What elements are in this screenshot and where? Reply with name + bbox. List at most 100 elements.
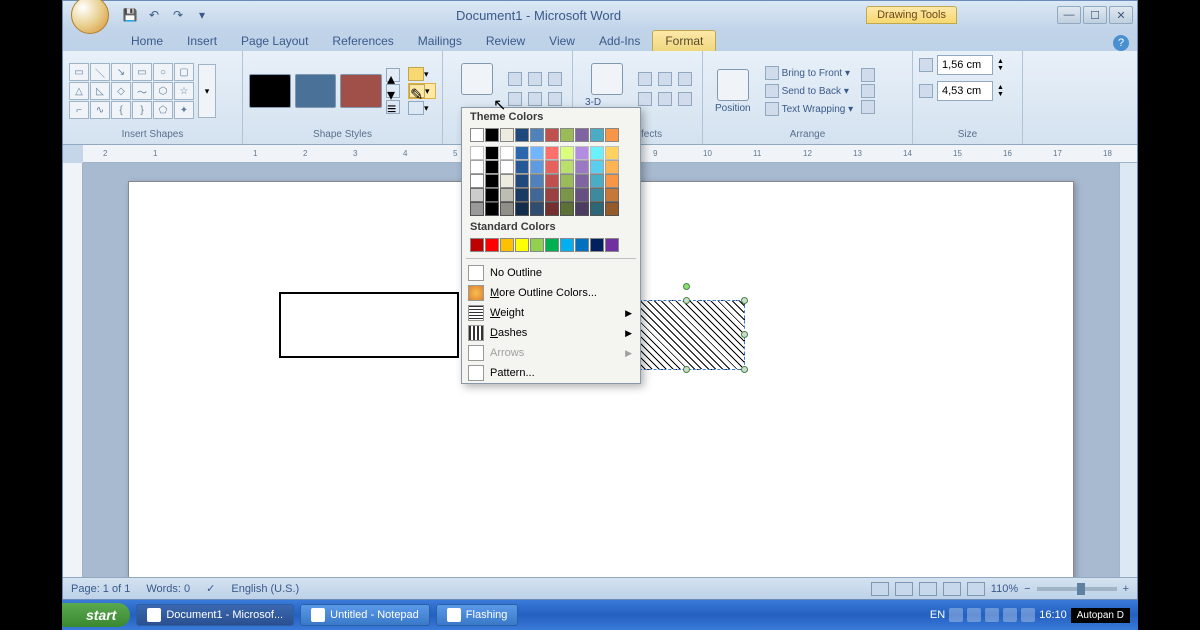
resize-handle-ne[interactable]: [741, 297, 748, 304]
shape-curve-icon[interactable]: 〜: [132, 82, 152, 100]
color-swatch[interactable]: [545, 202, 559, 216]
web-layout-view-icon[interactable]: [919, 582, 937, 596]
nudge-center-icon[interactable]: [528, 72, 542, 86]
minimize-button[interactable]: —: [1057, 6, 1081, 24]
clock[interactable]: 16:10: [1039, 609, 1067, 621]
gallery-down-icon[interactable]: ▾: [386, 84, 400, 98]
shape-brace2-icon[interactable]: }: [132, 101, 152, 119]
taskbar-item-notepad[interactable]: Untitled - Notepad: [300, 604, 430, 626]
spinner-up-icon[interactable]: ▲: [997, 58, 1004, 65]
tilt-left-icon[interactable]: [638, 92, 652, 106]
color-swatch[interactable]: [470, 174, 484, 188]
change-shape-icon[interactable]: [408, 101, 424, 115]
color-swatch[interactable]: [470, 188, 484, 202]
fill-dropdown-icon[interactable]: ▾: [424, 69, 434, 80]
send-to-back-button[interactable]: Send to Back ▾: [761, 83, 858, 99]
color-swatch[interactable]: [470, 202, 484, 216]
color-swatch[interactable]: [545, 238, 559, 252]
redo-icon[interactable]: ↷: [169, 6, 187, 24]
resize-handle-s[interactable]: [683, 366, 690, 373]
color-swatch[interactable]: [590, 188, 604, 202]
nudge-down-icon[interactable]: [528, 92, 542, 106]
resize-handle-e[interactable]: [741, 331, 748, 338]
color-swatch[interactable]: [590, 160, 604, 174]
tab-page-layout[interactable]: Page Layout: [229, 31, 320, 51]
taskbar-item-word[interactable]: Document1 - Microsof...: [136, 604, 294, 626]
nudge-left-icon[interactable]: [508, 92, 522, 106]
color-swatch[interactable]: [530, 202, 544, 216]
rectangle-shape-1[interactable]: [279, 292, 459, 358]
color-swatch[interactable]: [500, 238, 514, 252]
shape-connector-icon[interactable]: ⌐: [69, 101, 89, 119]
color-swatch[interactable]: [590, 238, 604, 252]
tab-view[interactable]: View: [537, 31, 587, 51]
shapes-gallery[interactable]: ▭ ＼ ↘ ▭ ○ ▢ △ ◺ ◇ 〜 ⬡ ☆ ⌐ ∿ { } ⬠: [69, 63, 194, 119]
color-swatch[interactable]: [485, 174, 499, 188]
shape-star4-icon[interactable]: ✦: [174, 101, 194, 119]
tilt-right-icon[interactable]: [678, 72, 692, 86]
color-swatch[interactable]: [545, 146, 559, 160]
pattern-item[interactable]: Pattern...: [462, 363, 640, 383]
color-swatch[interactable]: [500, 174, 514, 188]
draft-view-icon[interactable]: [967, 582, 985, 596]
tilt-up-icon[interactable]: [638, 72, 652, 86]
color-swatch[interactable]: [590, 202, 604, 216]
color-swatch[interactable]: [485, 202, 499, 216]
zoom-out-icon[interactable]: −: [1024, 583, 1030, 595]
shape-brace-icon[interactable]: {: [111, 101, 131, 119]
color-swatch[interactable]: [575, 202, 589, 216]
shape-freeform-icon[interactable]: ∿: [90, 101, 110, 119]
rectangle-shape-2-selected[interactable]: [629, 300, 745, 370]
tab-review[interactable]: Review: [474, 31, 537, 51]
spinner-up-icon[interactable]: ▲: [997, 84, 1004, 91]
color-swatch[interactable]: [485, 188, 499, 202]
color-swatch[interactable]: [560, 188, 574, 202]
tab-addins[interactable]: Add-Ins: [587, 31, 652, 51]
tilt-br-icon[interactable]: [678, 92, 692, 106]
shape-fill-icon[interactable]: [408, 67, 424, 81]
zoom-thumb[interactable]: [1077, 583, 1085, 595]
color-swatch[interactable]: [500, 188, 514, 202]
color-swatch[interactable]: [470, 128, 484, 142]
tab-mailings[interactable]: Mailings: [406, 31, 474, 51]
more-colors-item[interactable]: More Outline Colors...: [462, 283, 640, 303]
color-swatch[interactable]: [470, 160, 484, 174]
color-swatch[interactable]: [560, 128, 574, 142]
resize-handle-n[interactable]: [683, 297, 690, 304]
height-input[interactable]: 1,56 cm: [937, 55, 993, 75]
tray-icon[interactable]: [985, 608, 999, 622]
color-swatch[interactable]: [485, 238, 499, 252]
qat-dropdown-icon[interactable]: ▾: [193, 6, 211, 24]
shape-hex-icon[interactable]: ⬡: [153, 82, 173, 100]
color-swatch[interactable]: [500, 202, 514, 216]
language-indicator[interactable]: EN: [930, 609, 945, 621]
align-icon[interactable]: [861, 68, 875, 82]
color-swatch[interactable]: [560, 238, 574, 252]
color-swatch[interactable]: [605, 188, 619, 202]
tilt-down-icon[interactable]: [658, 92, 672, 106]
color-swatch[interactable]: [500, 146, 514, 160]
rotate-handle[interactable]: [683, 283, 690, 290]
spellcheck-icon[interactable]: ✓: [206, 582, 215, 595]
style-blue[interactable]: [295, 74, 337, 108]
word-count[interactable]: Words: 0: [146, 583, 190, 595]
text-wrapping-button[interactable]: Text Wrapping ▾: [761, 101, 858, 117]
gallery-up-icon[interactable]: ▴: [386, 68, 400, 82]
color-swatch[interactable]: [560, 160, 574, 174]
style-red[interactable]: [340, 74, 382, 108]
spinner-down-icon[interactable]: ▼: [997, 91, 1004, 98]
color-swatch[interactable]: [575, 188, 589, 202]
color-swatch[interactable]: [590, 146, 604, 160]
start-button[interactable]: start: [62, 603, 130, 627]
page-status[interactable]: Page: 1 of 1: [71, 583, 130, 595]
save-icon[interactable]: 💾: [121, 6, 139, 24]
color-swatch[interactable]: [575, 238, 589, 252]
undo-icon[interactable]: ↶: [145, 6, 163, 24]
close-button[interactable]: ✕: [1109, 6, 1133, 24]
tilt-center-icon[interactable]: [658, 72, 672, 86]
color-swatch[interactable]: [470, 238, 484, 252]
resize-handle-se[interactable]: [741, 366, 748, 373]
color-swatch[interactable]: [590, 174, 604, 188]
shape-textbox-icon[interactable]: ▭: [69, 63, 89, 81]
outline-view-icon[interactable]: [943, 582, 961, 596]
